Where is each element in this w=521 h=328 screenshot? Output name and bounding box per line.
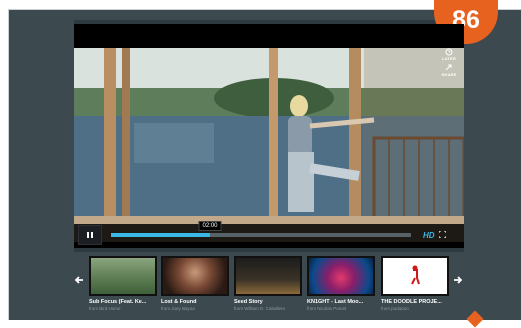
related-videos: Sub Focus (Feat. Ke... from Bird Home Lo… [0,256,521,316]
player-controls: 02:00 HD [74,221,464,246]
thumbnail-title: Sub Focus (Feat. Ke... [89,299,147,305]
thumbnail-author: from Joey Bayua [161,306,195,311]
thumbnail-title: KN1GHT - Last Moo... [307,299,364,305]
thumbnail-title: THE DOODLE PROJE... [381,299,442,305]
hd-toggle[interactable]: HD [423,231,435,240]
thumbnail-author: from William D. Caballero [234,306,286,311]
video-frame[interactable] [74,48,464,242]
clock-icon [445,48,453,56]
doodle-figure [411,265,420,285]
thumbnail-image [161,256,229,296]
carousel-next-button[interactable] [453,272,463,288]
thumbnail-image [307,256,375,296]
player-side-actions: LATER SHARE [438,48,460,80]
thumbnail-image [89,256,157,296]
related-video-2[interactable]: Lost & Found from Joey Bayua [161,256,229,311]
related-video-3[interactable]: Seed Story from William D. Caballero [234,256,302,311]
pause-icon [87,232,93,238]
thumbnail-image [234,256,302,296]
related-video-4[interactable]: KN1GHT - Last Moo... from Nicolas Pomet [307,256,375,311]
fullscreen-icon [438,230,447,238]
arrow-right-icon [454,276,463,284]
thumbnail-author: from Nicolas Pomet [307,306,347,311]
watch-later-button[interactable]: LATER [438,48,460,61]
related-video-1[interactable]: Sub Focus (Feat. Ke... from Bird Home [89,256,157,311]
share-label: SHARE [441,72,457,77]
fullscreen-button[interactable] [438,230,447,240]
player-bottom-strip [74,248,464,252]
share-button[interactable]: SHARE [438,64,460,77]
thumbnail-author: from podopoo [381,306,409,311]
pause-button[interactable] [78,225,102,245]
timecode-tooltip: 02:00 [198,221,222,231]
thumbnail-title: Seed Story [234,299,263,305]
related-video-5[interactable]: THE DOODLE PROJE... from podopoo [381,256,449,311]
thumbnail-image [381,256,449,296]
thumbnail-title: Lost & Found [161,299,197,305]
thumbnail-author: from Bird Home [89,306,121,311]
share-icon [445,64,452,71]
video-player[interactable]: LATER SHARE 02:00 HD [74,24,464,248]
progress-fill [111,233,210,237]
watch-later-label: LATER [441,56,457,61]
video-scene [74,48,464,242]
carousel-prev-button[interactable] [74,272,84,288]
progress-bar[interactable]: 02:00 [111,221,411,237]
arrow-left-icon [74,276,83,284]
